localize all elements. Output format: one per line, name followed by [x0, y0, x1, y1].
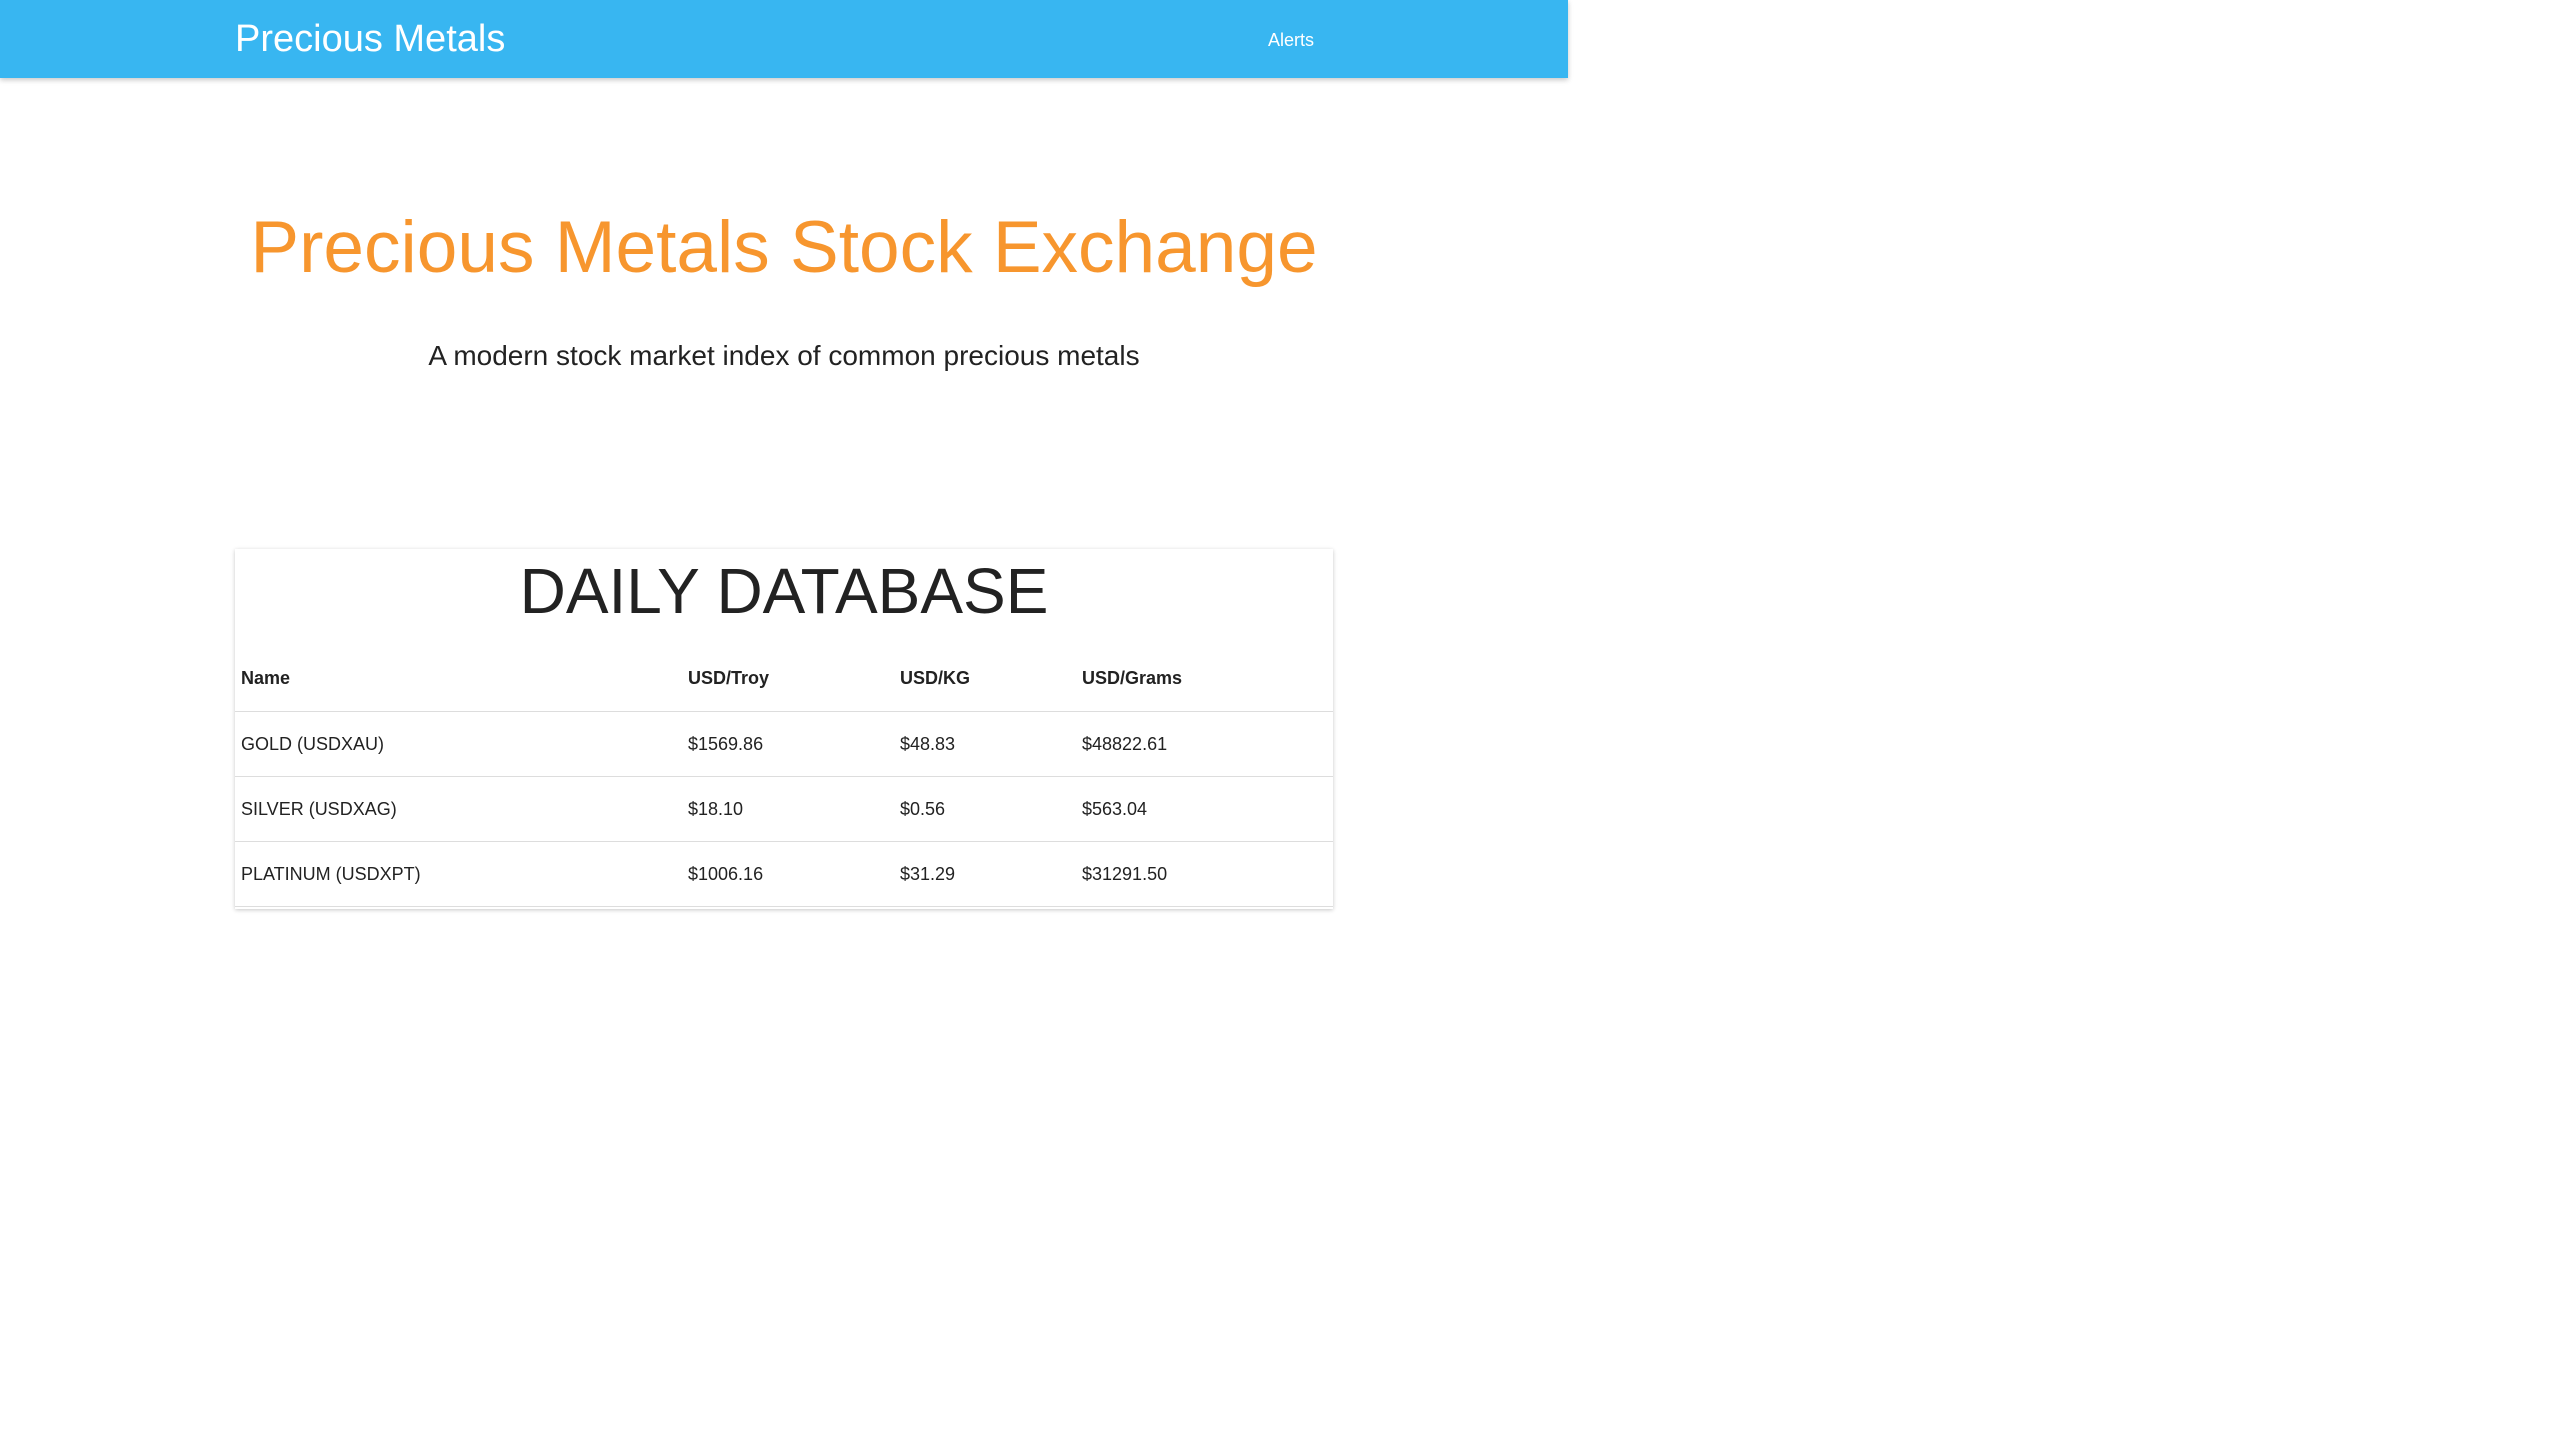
brand-link[interactable]: Precious Metals — [235, 17, 505, 61]
top-navbar: Precious Metals Alerts — [0, 0, 1568, 78]
cell-usd-kg: $0.56 — [894, 776, 1076, 842]
database-table-wrapper: Name USD/Troy USD/KG USD/Grams GOLD (USD… — [235, 646, 1333, 907]
table-row: PLATINUM (USDXPT) $1006.16 $31.29 $31291… — [235, 841, 1333, 907]
column-header-usd-kg: USD/KG — [894, 646, 1076, 712]
column-header-usd-troy: USD/Troy — [682, 646, 894, 712]
cell-name: PLATINUM (USDXPT) — [235, 841, 682, 907]
cell-usd-troy: $1569.86 — [682, 711, 894, 777]
cell-usd-grams: $563.04 — [1076, 776, 1333, 842]
cell-name: SILVER (USDXAG) — [235, 776, 682, 842]
cell-usd-kg: $31.29 — [894, 841, 1076, 907]
column-header-usd-grams: USD/Grams — [1076, 646, 1333, 712]
hero-title: Precious Metals Stock Exchange — [250, 207, 1318, 288]
column-header-name: Name — [235, 646, 682, 712]
cell-usd-grams: $31291.50 — [1076, 841, 1333, 907]
database-table: Name USD/Troy USD/KG USD/Grams GOLD (USD… — [235, 646, 1333, 907]
cell-usd-troy: $1006.16 — [682, 841, 894, 907]
table-row: SILVER (USDXAG) $18.10 $0.56 $563.04 — [235, 776, 1333, 842]
cell-name: GOLD (USDXAU) — [235, 711, 682, 777]
cell-usd-kg: $48.83 — [894, 711, 1076, 777]
hero-subtitle: A modern stock market index of common pr… — [428, 340, 1140, 371]
nav-link-alerts[interactable]: Alerts — [1268, 29, 1314, 51]
table-row: GOLD (USDXAU) $1569.86 $48.83 $48822.61 — [235, 711, 1333, 777]
cell-usd-grams: $48822.61 — [1076, 711, 1333, 777]
cell-usd-troy: $18.10 — [682, 776, 894, 842]
database-title: DAILY DATABASE — [519, 555, 1049, 627]
table-header-row: Name USD/Troy USD/KG USD/Grams — [235, 646, 1333, 712]
